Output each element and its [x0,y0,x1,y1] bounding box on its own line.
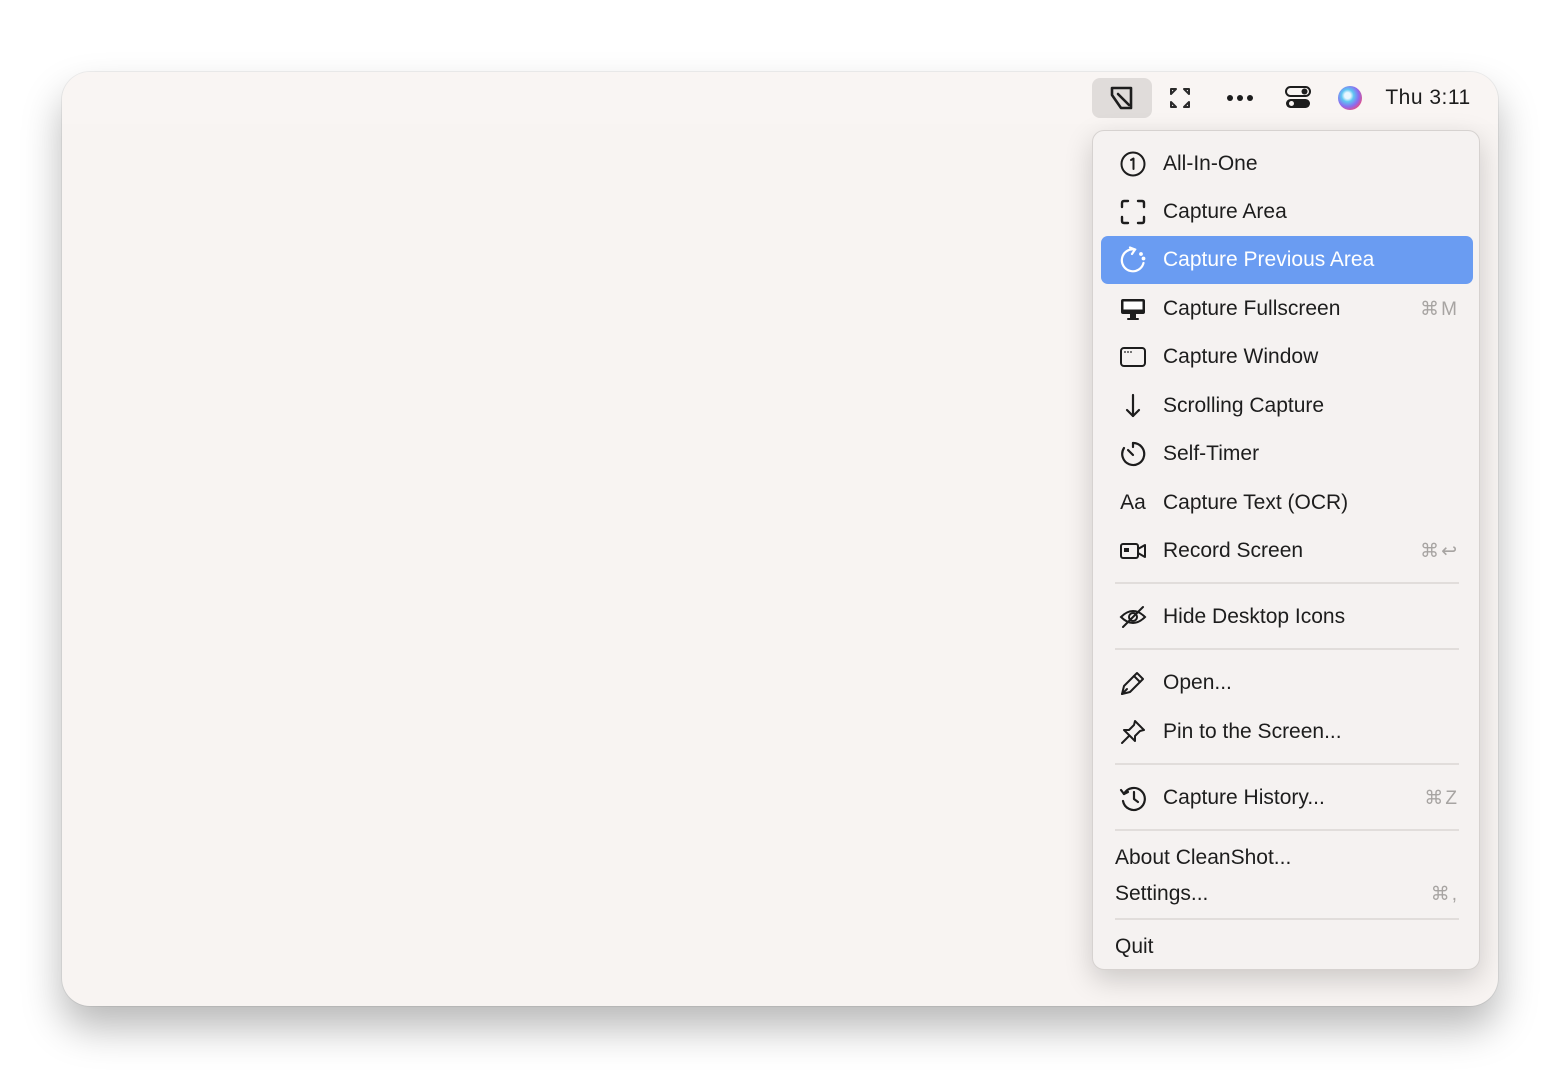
menu-item-label: Open... [1163,671,1232,694]
pencil-icon [1119,669,1147,697]
cleanshot-app-icon [1110,86,1133,110]
capture-area-icon [1119,198,1147,226]
more-button[interactable] [1220,78,1260,118]
menu-item-quit[interactable]: Quit [1101,923,1473,971]
menu-item-label: About CleanShot... [1115,846,1292,869]
menu-item-label: All-In-One [1163,152,1258,175]
menu-item-capture-previous-area[interactable]: Capture Previous Area [1101,236,1473,284]
menu-separator [1115,918,1459,920]
menu-separator [1115,648,1459,650]
expand-arrows-icon [1170,88,1190,108]
control-center-button[interactable] [1278,78,1318,118]
menu-separator [1115,763,1459,765]
arrow-down-icon [1119,392,1147,420]
menu-item-label: Hide Desktop Icons [1163,605,1346,628]
menu-item-label: Scrolling Capture [1163,394,1325,417]
menu-item-capture-area[interactable]: Capture Area [1101,188,1473,236]
pin-icon [1119,718,1147,746]
menu-item-label: Capture Text (OCR) [1163,491,1349,514]
menu-item-self-timer[interactable]: Self-Timer [1101,430,1473,478]
cleanshot-dropdown-menu: All-In-One Capture Area Capture Previous… [1092,130,1480,970]
menu-item-label: Self-Timer [1163,442,1260,465]
shortcut-label: ⌘↩ [1420,540,1459,562]
shortcut-label: ⌘Z [1424,787,1459,809]
menu-item-scrolling-capture[interactable]: Scrolling Capture [1101,382,1473,430]
cleanshot-menubar-button[interactable] [1092,78,1152,118]
shortcut-label: ⌘M [1420,298,1459,320]
control-center-icon [1285,86,1311,108]
previous-area-icon [1119,246,1147,274]
monitor-icon [1119,295,1147,323]
text-aa-icon: Aa [1120,491,1146,514]
menu-item-label: Capture Area [1163,200,1287,223]
eye-slash-icon [1119,603,1147,631]
window-icon [1119,343,1147,371]
desktop-window: Thu 3:11 All-In-One Capture Area Capture… [62,72,1498,1006]
menu-item-label: Pin to the Screen... [1163,720,1342,743]
history-icon [1119,784,1147,812]
menu-item-label: Record Screen [1163,539,1304,562]
menu-item-label: Quit [1115,935,1154,958]
menu-item-pin-to-screen[interactable]: Pin to the Screen... [1101,708,1473,756]
video-camera-icon [1119,537,1147,565]
siri-button[interactable] [1332,78,1368,118]
menu-item-settings[interactable]: Settings... ⌘, [1101,870,1473,918]
menu-item-label: Capture History... [1163,786,1325,809]
shortcut-label: ⌘, [1430,883,1459,905]
menu-item-all-in-one[interactable]: All-In-One [1101,140,1473,188]
menu-bar: Thu 3:11 [62,72,1498,124]
circle-one-icon [1119,150,1147,178]
menu-item-label: Capture Fullscreen [1163,297,1341,320]
expand-arrows-button[interactable] [1160,78,1200,118]
menubar-clock[interactable]: Thu 3:11 [1378,78,1478,118]
menu-item-label: Capture Previous Area [1163,248,1375,271]
menu-item-capture-history[interactable]: Capture History... ⌘Z [1101,774,1473,822]
menu-item-hide-desktop-icons[interactable]: Hide Desktop Icons [1101,593,1473,641]
menu-item-capture-fullscreen[interactable]: Capture Fullscreen ⌘M [1101,285,1473,333]
menu-item-label: Settings... [1115,882,1209,905]
menu-item-label: Capture Window [1163,345,1319,368]
menu-item-record-screen[interactable]: Record Screen ⌘↩ [1101,527,1473,575]
menu-item-capture-text-ocr[interactable]: Aa Capture Text (OCR) [1101,479,1473,527]
menu-separator [1115,829,1459,831]
menu-item-open[interactable]: Open... [1101,659,1473,707]
menu-item-capture-window[interactable]: Capture Window [1101,333,1473,381]
timer-icon [1119,440,1147,468]
more-dots-icon [1227,95,1253,101]
menu-separator [1115,582,1459,584]
siri-icon [1338,86,1362,110]
